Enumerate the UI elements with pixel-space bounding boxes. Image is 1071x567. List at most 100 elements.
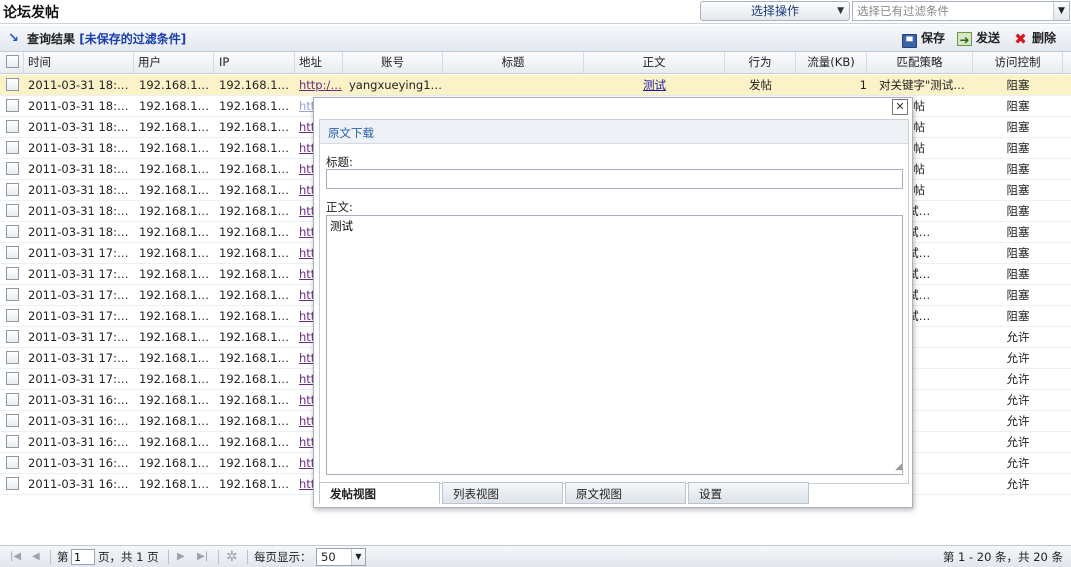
result-heading: 查询结果 [未保存的过滤条件] [27, 30, 186, 47]
col-header-policy[interactable]: 匹配策略 [867, 52, 973, 73]
send-button[interactable]: ➜ 发送 [957, 29, 1000, 47]
floppy-disk-icon: ▀ [902, 34, 917, 48]
row-checkbox-cell [0, 390, 24, 410]
cell-user: 192.168.1… [139, 414, 210, 428]
body-label: 正文: [326, 200, 353, 214]
row-checkbox[interactable] [6, 162, 19, 175]
cell-ip: 192.168.1… [219, 456, 290, 470]
cell-ip: 192.168.1… [219, 225, 290, 239]
refresh-icon[interactable]: ✲ [226, 546, 238, 567]
row-checkbox-cell [0, 306, 24, 326]
body-textarea[interactable]: 测试 [326, 215, 903, 475]
col-header-body[interactable]: 正文 [584, 52, 725, 73]
chevron-down-icon[interactable]: ▼ [1053, 2, 1069, 20]
cell-user: 192.168.1… [139, 456, 210, 470]
tab-list-view[interactable]: 列表视图 [442, 482, 563, 504]
select-all-checkbox[interactable] [6, 55, 19, 68]
row-checkbox-cell [0, 201, 24, 221]
tab-raw-view[interactable]: 原文视图 [565, 482, 686, 504]
download-original-link[interactable]: 原文下载 [328, 125, 374, 141]
page-number-input[interactable] [71, 549, 95, 565]
row-checkbox[interactable] [6, 246, 19, 259]
first-page-icon[interactable]: |◀ [10, 546, 21, 567]
row-checkbox[interactable] [6, 393, 19, 406]
cell-user: 192.168.1… [139, 267, 210, 281]
separator [247, 550, 248, 564]
cell-user: 192.168.1… [139, 288, 210, 302]
resize-grip-icon[interactable]: ◢ [890, 461, 902, 473]
cell-ip: 192.168.1… [219, 141, 290, 155]
row-checkbox[interactable] [6, 267, 19, 280]
close-icon[interactable]: ✕ [892, 99, 908, 115]
row-checkbox[interactable] [6, 78, 19, 91]
delete-button[interactable]: ✖ 删除 [1013, 29, 1056, 47]
row-checkbox-cell [0, 474, 24, 494]
row-checkbox-cell [0, 348, 24, 368]
row-checkbox[interactable] [6, 351, 19, 364]
page-size-label: 每页显示： [254, 550, 312, 564]
table-row[interactable]: 2011-03-31 18:… 192.168.1… 192.168.1… http:… [0, 75, 1071, 96]
row-checkbox[interactable] [6, 456, 19, 469]
tab-settings[interactable]: 设置 [688, 482, 809, 504]
subject-label: 标题: [326, 155, 353, 169]
cell-user: 192.168.1… [139, 225, 210, 239]
row-checkbox[interactable] [6, 204, 19, 217]
action-select[interactable]: 选择操作 ▼ [700, 1, 850, 21]
col-header-control[interactable]: 访问控制 [973, 52, 1063, 73]
cell-control: 阻塞 [1006, 309, 1030, 323]
row-checkbox[interactable] [6, 120, 19, 133]
col-header-account[interactable]: 账号 [343, 52, 443, 73]
separator [218, 550, 219, 564]
cell-ip: 192.168.1… [219, 78, 290, 92]
row-checkbox[interactable] [6, 141, 19, 154]
col-header-time[interactable]: 时间 [24, 52, 134, 73]
filter-input[interactable] [853, 2, 1053, 20]
cell-user: 192.168.1… [139, 162, 210, 176]
url-link[interactable]: http:/… [299, 78, 342, 92]
cell-ip: 192.168.1… [219, 309, 290, 323]
cell-control: 阻塞 [1006, 78, 1030, 92]
filter-status: [未保存的过滤条件] [79, 32, 187, 46]
col-header-traffic[interactable]: 流量(KB) [796, 52, 867, 73]
row-checkbox[interactable] [6, 183, 19, 196]
cell-time: 2011-03-31 17:… [28, 372, 129, 386]
page-suffix: 页，共 1 页 [98, 550, 159, 564]
save-button[interactable]: ▀ 保存 [902, 29, 945, 48]
last-page-icon[interactable]: ▶| [197, 546, 208, 567]
body-link[interactable]: 测试 [643, 78, 666, 92]
col-header-user[interactable]: 用户 [134, 52, 214, 73]
row-checkbox[interactable] [6, 225, 19, 238]
col-header-ip[interactable]: IP [214, 52, 295, 73]
row-checkbox[interactable] [6, 99, 19, 112]
cell-ip: 192.168.1… [219, 393, 290, 407]
cell-ip: 192.168.1… [219, 288, 290, 302]
tab-post-view[interactable]: 发帖视图 [319, 482, 440, 504]
page-size-select[interactable]: 50 ▼ [316, 548, 366, 566]
cell-user: 192.168.1… [139, 477, 210, 491]
cell-control: 允许 [1006, 351, 1030, 365]
prev-page-icon[interactable]: ◀ [32, 546, 40, 567]
cell-time: 2011-03-31 18:… [28, 120, 129, 134]
cell-ip: 192.168.1… [219, 351, 290, 365]
cell-control: 允许 [1006, 477, 1030, 491]
row-checkbox[interactable] [6, 372, 19, 385]
col-header-url[interactable]: 地址 [295, 52, 343, 73]
col-header-subject[interactable]: 标题 [443, 52, 584, 73]
row-checkbox[interactable] [6, 309, 19, 322]
cell-time: 2011-03-31 16:… [28, 393, 129, 407]
filter-combo[interactable]: ▼ [852, 1, 1070, 21]
cell-subject [443, 75, 584, 95]
row-checkbox[interactable] [6, 288, 19, 301]
row-checkbox[interactable] [6, 330, 19, 343]
cell-control: 阻塞 [1006, 99, 1030, 113]
subject-input[interactable] [326, 169, 903, 189]
row-checkbox[interactable] [6, 414, 19, 427]
cell-ip: 192.168.1… [219, 414, 290, 428]
row-checkbox[interactable] [6, 435, 19, 448]
next-page-icon[interactable]: ▶ [177, 546, 185, 567]
cell-ip: 192.168.1… [219, 99, 290, 113]
app-window: 论坛发帖 选择操作 ▼ ▼ ↘ 查询结果 [未保存的过滤条件] ▀ 保存 ➜ 发送 … [0, 0, 1071, 567]
row-checkbox[interactable] [6, 477, 19, 490]
col-header-action[interactable]: 行为 [725, 52, 796, 73]
cell-time: 2011-03-31 16:… [28, 435, 129, 449]
